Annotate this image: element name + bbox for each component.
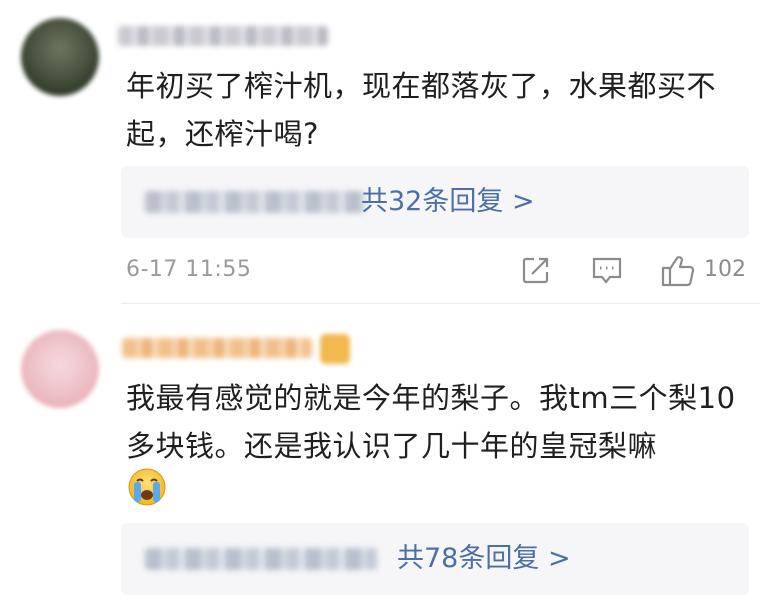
comment-divider <box>121 303 760 304</box>
comment-meta-row: 6-17 11:55 102 <box>0 252 760 292</box>
thumbs-up-icon[interactable] <box>660 254 696 292</box>
replies-box[interactable]: 共32条回复 > <box>121 166 749 238</box>
comment-text: 年初买了榨汁机，现在都落灰了，水果都买不起，还榨汁喝? <box>126 69 717 151</box>
view-replies-link[interactable]: 共78条回复 > <box>397 540 571 578</box>
comment-text: 我最有感觉的就是今年的梨子。我tm三个梨10多块钱。还是我认识了几十年的皇冠梨嘛 <box>126 381 736 463</box>
comment-timestamp: 6-17 11:55 <box>126 257 252 282</box>
commenter-name-blurred[interactable] <box>118 26 328 46</box>
commenter-avatar[interactable] <box>21 330 99 408</box>
commenter-name-blurred[interactable] <box>122 338 312 358</box>
user-badge-icon <box>320 334 350 364</box>
share-icon[interactable] <box>520 254 552 290</box>
reply-preview-blurred <box>145 191 365 213</box>
replies-box[interactable]: 共78条回复 > <box>121 523 749 595</box>
reply-preview-blurred <box>145 548 377 570</box>
commenter-avatar[interactable] <box>21 18 99 96</box>
comment-icon[interactable] <box>590 254 624 290</box>
like-count: 102 <box>704 257 746 282</box>
crying-face-emoji <box>127 467 167 507</box>
view-replies-link[interactable]: 共32条回复 > <box>361 183 535 221</box>
